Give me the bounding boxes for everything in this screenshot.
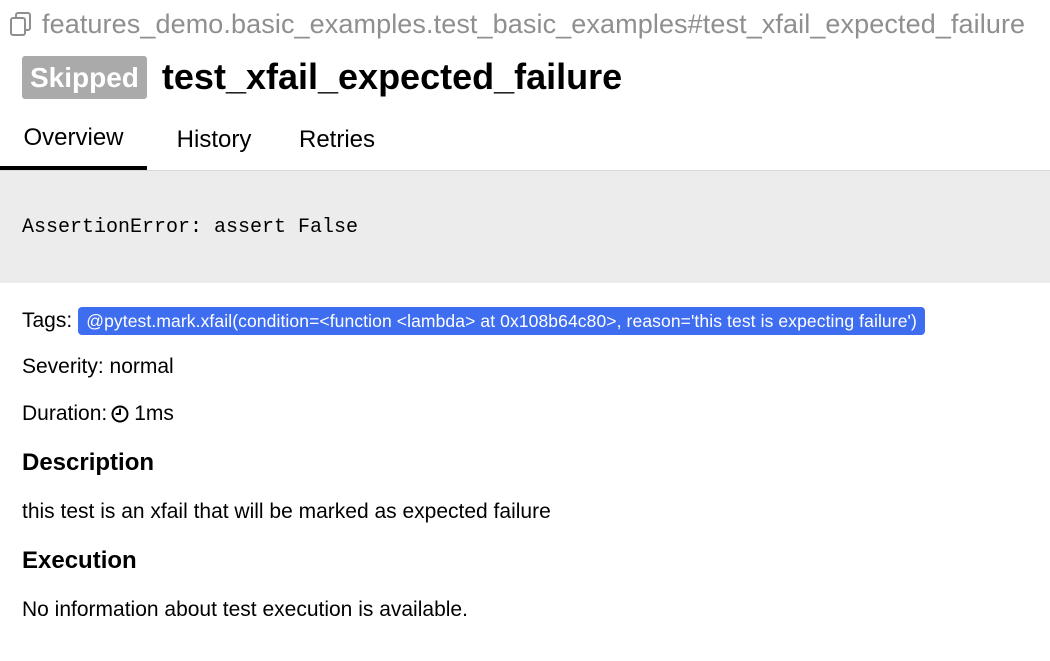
description-text: this test is an xfail that will be marke… — [22, 500, 551, 523]
tags-row: Tags: @pytest.mark.xfail(condition=<func… — [22, 300, 1050, 342]
title-row: Skipped test_xfail_expected_failure — [22, 52, 622, 102]
copy-icon[interactable] — [6, 9, 36, 39]
tag-badge: @pytest.mark.xfail(condition=<function <… — [78, 307, 925, 335]
severity-row: Severity: normal — [22, 346, 1050, 388]
page-title: test_xfail_expected_failure — [161, 56, 623, 97]
clock-icon — [111, 405, 129, 423]
duration-value: 1ms — [134, 402, 174, 425]
description-heading: Description — [22, 449, 155, 476]
error-message: AssertionError: assert False — [22, 215, 359, 239]
severity-text: Severity: normal — [22, 355, 174, 378]
test-fullname-text: features_demo.basic_examples.test_basic_… — [42, 8, 1026, 39]
tags-label: Tags: — [22, 309, 73, 332]
tab-retries[interactable]: Retries — [281, 112, 393, 170]
tab-overview[interactable]: Overview — [0, 112, 147, 170]
duration-label: Duration: — [22, 402, 108, 425]
execution-text: No information about test execution is a… — [22, 598, 468, 621]
tab-history[interactable]: History — [147, 112, 281, 170]
test-fullname: features_demo.basic_examples.test_basic_… — [6, 6, 1025, 42]
overview-content: Tags: @pytest.mark.xfail(condition=<func… — [22, 300, 1050, 631]
error-block: AssertionError: assert False — [0, 171, 1050, 283]
execution-heading: Execution — [22, 547, 137, 574]
status-badge: Skipped — [22, 55, 147, 99]
duration-row: Duration: 1ms — [22, 393, 1050, 435]
tab-bar: Overview History Retries — [0, 112, 1050, 171]
